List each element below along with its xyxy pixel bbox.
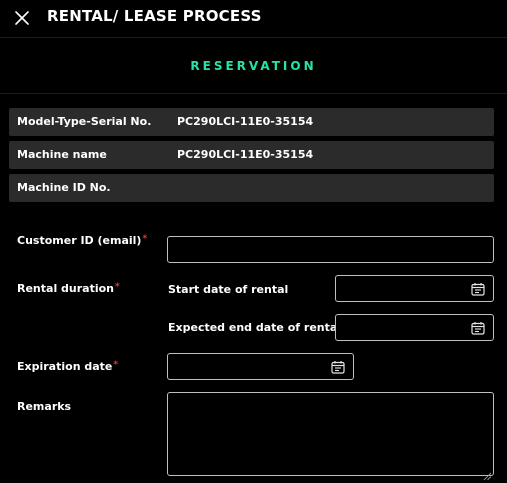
info-row-machine-name: Machine name PC290LCI-11E0-35154: [9, 141, 494, 169]
info-value: PC290LCI-11E0-35154: [177, 148, 314, 161]
section-header: RESERVATION: [0, 39, 507, 94]
required-marker: *: [142, 234, 148, 244]
start-date-input[interactable]: [335, 275, 494, 302]
remarks-label: Remarks: [17, 400, 72, 413]
section-title: RESERVATION: [190, 59, 317, 73]
customer-id-label: Customer ID (email)*: [17, 234, 147, 247]
info-label: Model-Type-Serial No.: [17, 115, 152, 128]
remarks-textarea[interactable]: [167, 392, 494, 481]
expiration-date-label: Expiration date*: [17, 360, 118, 373]
expiration-date-input[interactable]: [167, 353, 354, 380]
start-date-label: Start date of rental: [168, 283, 289, 296]
info-label: Machine name: [17, 148, 107, 161]
info-value: PC290LCI-11E0-35154: [177, 115, 314, 128]
required-marker: *: [115, 282, 120, 292]
end-date-label: Expected end date of rental: [168, 321, 342, 334]
info-row-model-type-serial: Model-Type-Serial No. PC290LCI-11E0-3515…: [9, 108, 494, 136]
info-row-machine-id: Machine ID No.: [9, 174, 494, 202]
expiration-date-label-text: Expiration date: [17, 360, 113, 373]
header-bar: RENTAL/ LEASE PROCESS: [0, 0, 507, 38]
end-date-input[interactable]: [335, 314, 494, 341]
customer-id-input[interactable]: [167, 236, 494, 263]
customer-id-label-text: Customer ID (email): [17, 234, 142, 247]
calendar-icon[interactable]: [331, 360, 345, 374]
close-icon[interactable]: [12, 8, 32, 28]
required-marker: *: [113, 360, 119, 370]
page-title: RENTAL/ LEASE PROCESS: [47, 7, 262, 25]
rental-duration-label: Rental duration*: [17, 282, 120, 295]
info-label: Machine ID No.: [17, 181, 111, 194]
resize-grip-icon[interactable]: [483, 465, 492, 481]
calendar-icon[interactable]: [471, 321, 485, 335]
rental-duration-label-text: Rental duration: [17, 282, 115, 295]
calendar-icon[interactable]: [471, 282, 485, 296]
